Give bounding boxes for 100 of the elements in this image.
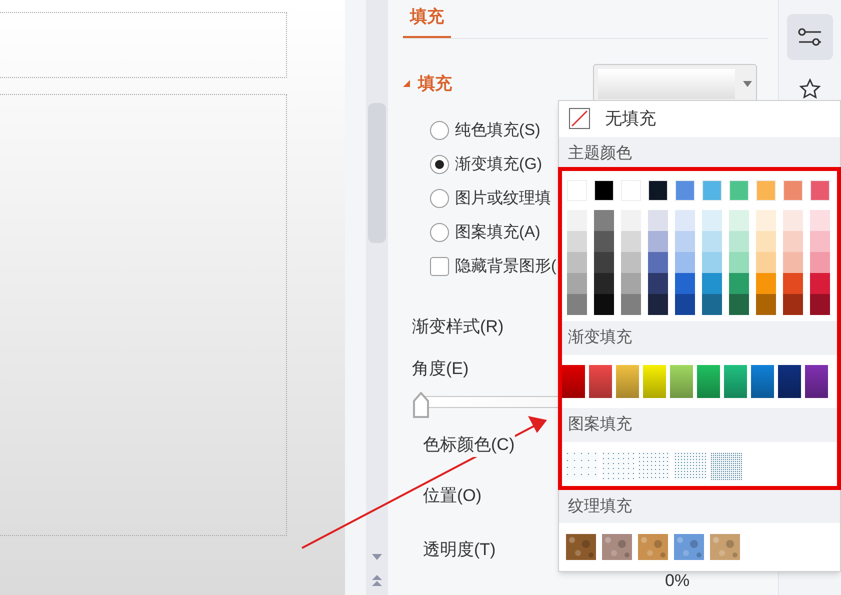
- color-swatch[interactable]: [756, 252, 776, 274]
- color-swatch[interactable]: [810, 273, 830, 294]
- color-swatch[interactable]: [810, 180, 830, 202]
- sliders-icon: [798, 27, 822, 47]
- pattern-swatch[interactable]: [674, 452, 706, 480]
- gradient-swatch[interactable]: [724, 365, 747, 398]
- gradient-swatch[interactable]: [589, 365, 612, 398]
- transparency-value[interactable]: 0%: [665, 568, 690, 594]
- gradient-swatch[interactable]: [778, 365, 801, 398]
- color-swatch[interactable]: [729, 231, 749, 252]
- color-swatch[interactable]: [729, 180, 749, 202]
- color-swatch[interactable]: [648, 273, 668, 294]
- pattern-swatch[interactable]: [602, 452, 634, 480]
- color-swatch[interactable]: [567, 210, 587, 232]
- color-swatch[interactable]: [783, 273, 803, 294]
- scrollbar[interactable]: [366, 0, 388, 595]
- option-label: 渐变填充(G): [455, 154, 542, 174]
- color-swatch[interactable]: [702, 180, 722, 202]
- color-swatch[interactable]: [648, 231, 668, 252]
- color-swatch[interactable]: [621, 273, 641, 294]
- slider-thumb[interactable]: [413, 392, 429, 418]
- gradient-swatch[interactable]: [562, 365, 585, 398]
- color-swatch[interactable]: [648, 252, 668, 274]
- color-swatch[interactable]: [729, 210, 749, 232]
- color-swatch[interactable]: [756, 231, 776, 252]
- color-swatch[interactable]: [621, 210, 641, 232]
- color-swatch[interactable]: [567, 294, 587, 316]
- collapse-icon[interactable]: [403, 80, 410, 87]
- radio-button[interactable]: [430, 155, 449, 174]
- color-swatch[interactable]: [783, 180, 803, 202]
- color-swatch[interactable]: [756, 273, 776, 294]
- section-header: 渐变填充: [559, 321, 840, 355]
- color-swatch[interactable]: [567, 252, 587, 274]
- gradient-swatch[interactable]: [697, 365, 720, 398]
- color-swatch[interactable]: [783, 210, 803, 232]
- scroll-down-icon[interactable]: [372, 554, 382, 561]
- radio-button[interactable]: [430, 121, 449, 140]
- color-swatch[interactable]: [810, 294, 830, 316]
- color-swatch[interactable]: [702, 252, 722, 274]
- gradient-swatch[interactable]: [751, 365, 774, 398]
- color-swatch[interactable]: [675, 180, 695, 202]
- pattern-swatch[interactable]: [710, 452, 742, 480]
- radio-button[interactable]: [430, 223, 449, 242]
- settings-button[interactable]: [787, 14, 833, 60]
- color-swatch[interactable]: [729, 252, 749, 274]
- color-swatch[interactable]: [594, 180, 614, 202]
- gradient-swatch[interactable]: [616, 365, 639, 398]
- pattern-swatch[interactable]: [638, 452, 670, 480]
- color-swatch[interactable]: [783, 231, 803, 252]
- color-swatch[interactable]: [621, 231, 641, 252]
- color-swatch[interactable]: [675, 273, 695, 294]
- color-swatch[interactable]: [594, 210, 614, 232]
- color-swatch[interactable]: [756, 294, 776, 316]
- texture-swatch[interactable]: [674, 534, 704, 560]
- no-fill-option[interactable]: 无填充: [559, 101, 840, 137]
- color-swatch[interactable]: [594, 231, 614, 252]
- section-title: 填充: [418, 72, 452, 95]
- color-swatch[interactable]: [594, 273, 614, 294]
- color-swatch[interactable]: [594, 294, 614, 316]
- color-swatch[interactable]: [621, 252, 641, 274]
- color-swatch[interactable]: [621, 294, 641, 316]
- color-swatch[interactable]: [567, 231, 587, 252]
- option-label: 图案填充(A): [455, 222, 540, 242]
- color-swatch[interactable]: [702, 210, 722, 232]
- position-label: 位置(O): [423, 485, 482, 507]
- radio-button[interactable]: [430, 189, 449, 208]
- option-label: 图片或纹理填: [455, 188, 551, 208]
- color-swatch[interactable]: [648, 294, 668, 316]
- color-swatch[interactable]: [729, 294, 749, 316]
- color-swatch[interactable]: [810, 210, 830, 232]
- gradient-swatch[interactable]: [670, 365, 693, 398]
- gradient-swatch[interactable]: [805, 365, 828, 398]
- color-swatch[interactable]: [810, 252, 830, 274]
- color-swatch[interactable]: [783, 294, 803, 316]
- color-swatch[interactable]: [702, 273, 722, 294]
- color-swatch[interactable]: [729, 273, 749, 294]
- color-swatch[interactable]: [675, 252, 695, 274]
- color-swatch[interactable]: [810, 231, 830, 252]
- color-swatch[interactable]: [783, 252, 803, 274]
- color-swatch[interactable]: [675, 210, 695, 232]
- pattern-swatch[interactable]: [566, 452, 598, 480]
- texture-swatch[interactable]: [602, 534, 632, 560]
- color-swatch[interactable]: [675, 294, 695, 316]
- gradient-swatch[interactable]: [643, 365, 666, 398]
- color-swatch[interactable]: [756, 210, 776, 232]
- color-swatch[interactable]: [675, 231, 695, 252]
- color-swatch[interactable]: [567, 273, 587, 294]
- color-swatch[interactable]: [594, 252, 614, 274]
- checkbox[interactable]: [430, 257, 449, 276]
- color-swatch[interactable]: [702, 294, 722, 316]
- color-swatch[interactable]: [648, 180, 668, 202]
- section-header: 纹理填充: [559, 490, 840, 524]
- texture-swatch[interactable]: [638, 534, 668, 560]
- scroll-top-icon[interactable]: [372, 575, 382, 587]
- star-icon[interactable]: [798, 78, 822, 100]
- color-swatch[interactable]: [648, 210, 668, 232]
- color-swatch[interactable]: [756, 180, 776, 202]
- texture-swatch[interactable]: [710, 534, 740, 560]
- color-swatch[interactable]: [702, 231, 722, 252]
- texture-swatch[interactable]: [566, 534, 596, 560]
